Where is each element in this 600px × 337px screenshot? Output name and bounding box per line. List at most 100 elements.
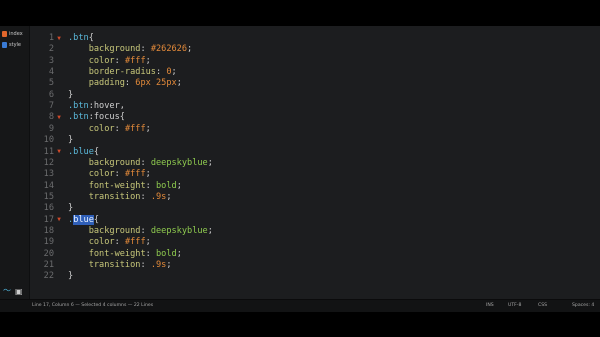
- code-text: background: deepskyblue;: [68, 158, 213, 168]
- code-token: :: [145, 180, 156, 191]
- code-token: .9s: [150, 191, 167, 202]
- code-token: background: [88, 44, 141, 55]
- code-token: ;: [171, 67, 177, 78]
- extensions-icon[interactable]: ▣: [15, 287, 23, 296]
- code-token: {: [93, 146, 100, 157]
- fold-arrow-icon[interactable]: ▼: [54, 114, 64, 121]
- code-token: #fff: [124, 123, 146, 134]
- code-line[interactable]: 16}: [30, 202, 590, 214]
- code-token: ;: [187, 44, 193, 55]
- code-line[interactable]: 5 padding: 6px 25px;: [30, 77, 590, 89]
- code-line[interactable]: 21 transition: .9s;: [30, 259, 590, 271]
- code-token: :: [114, 237, 125, 248]
- code-line[interactable]: 10}: [30, 134, 590, 146]
- sidebar-file-index[interactable]: index: [2, 29, 23, 39]
- code-line[interactable]: 19 color: #fff;: [30, 236, 590, 248]
- line-number: 20: [43, 248, 54, 259]
- code-token: 6px 25px: [135, 78, 177, 89]
- code-line[interactable]: 14 font-weight: bold;: [30, 180, 590, 192]
- code-line[interactable]: 20 font-weight: bold;: [30, 248, 590, 260]
- line-number: 3: [48, 55, 54, 66]
- code-token: ;: [145, 237, 151, 248]
- code-token: :hover,: [88, 101, 125, 112]
- code-text: background: #262626;: [68, 44, 193, 55]
- line-number: 16: [43, 203, 54, 214]
- code-token: }: [68, 203, 74, 214]
- code-text: }: [68, 203, 73, 213]
- code-token: transition: [88, 191, 141, 202]
- syntax-select[interactable]: CSS: [538, 303, 547, 308]
- line-number: 15: [43, 191, 54, 202]
- code-text: font-weight: bold;: [68, 181, 182, 191]
- code-token: color: [88, 55, 115, 66]
- code-token: ;: [145, 123, 151, 134]
- code-line[interactable]: 13 color: #fff;: [30, 168, 590, 180]
- code-token: }: [68, 89, 74, 100]
- indent-select[interactable]: Spaces: 4: [572, 303, 594, 308]
- code-line[interactable]: 18 background: deepskyblue;: [30, 225, 590, 237]
- fold-arrow-icon[interactable]: ▼: [54, 35, 64, 42]
- code-line[interactable]: 9 color: #fff;: [30, 123, 590, 135]
- code-text: color: #fff;: [68, 124, 151, 134]
- code-token: border-radius: [88, 67, 156, 78]
- code-line[interactable]: 6}: [30, 89, 590, 101]
- code-text: padding: 6px 25px;: [68, 78, 182, 88]
- selected-text: blue: [73, 214, 94, 225]
- sidebar-file-style[interactable]: style: [2, 40, 21, 50]
- code-line[interactable]: 22}: [30, 270, 590, 282]
- fold-arrow-icon[interactable]: ▼: [54, 216, 64, 223]
- code-token: ;: [145, 55, 151, 66]
- code-token: :: [140, 44, 151, 55]
- sidebar-file-label: style: [9, 42, 21, 48]
- code-token: ;: [207, 157, 213, 168]
- insert-mode[interactable]: INS: [486, 303, 494, 308]
- code-token: .btn: [68, 33, 89, 43]
- code-line[interactable]: 15 transition: .9s;: [30, 191, 590, 203]
- code-editor[interactable]: 1 ▼ .btn{2 background: #262626; 3 color: #f…: [30, 26, 600, 300]
- code-token: ;: [166, 191, 172, 202]
- code-line[interactable]: 11 ▼ .blue{: [30, 146, 590, 158]
- code-text: border-radius: 0;: [68, 67, 177, 77]
- line-number: 18: [43, 225, 54, 236]
- code-line[interactable]: 12 background: deepskyblue;: [30, 157, 590, 169]
- code-token: :: [114, 123, 125, 134]
- fold-arrow-icon[interactable]: ▼: [54, 148, 64, 155]
- code-token: :: [145, 248, 156, 259]
- encoding-select[interactable]: UTF-8: [508, 303, 521, 308]
- code-line[interactable]: 2 background: #262626;: [30, 43, 590, 55]
- file-sidebar: index style 〜 ▣: [0, 26, 30, 300]
- code-text: }: [68, 135, 73, 145]
- code-token: transition: [88, 260, 141, 270]
- code-token: :: [114, 55, 125, 66]
- code-token: deepskyblue: [150, 157, 208, 168]
- code-line[interactable]: 1 ▼ .btn{: [30, 32, 590, 44]
- status-bar: Line 17, Column 6 — Selected 4 columns —…: [0, 299, 600, 312]
- line-number: 14: [43, 180, 54, 191]
- code-token: ;: [145, 169, 151, 180]
- activity-chart-icon[interactable]: 〜: [3, 285, 11, 296]
- code-token: font-weight: [88, 248, 146, 259]
- code-line[interactable]: 7 .btn:hover,: [30, 100, 590, 112]
- code-line[interactable]: 3 color: #fff;: [30, 55, 590, 67]
- code-token: ;: [176, 78, 182, 89]
- code-line[interactable]: 4 border-radius: 0;: [30, 66, 590, 78]
- code-text: }: [68, 271, 73, 281]
- code-token: ;: [166, 260, 172, 270]
- code-token: {: [88, 33, 94, 43]
- code-token: ;: [176, 248, 182, 259]
- code-token: :: [140, 191, 151, 202]
- code-token: }: [68, 135, 74, 146]
- code-line[interactable]: 17 ▼ .blue{: [30, 214, 590, 226]
- code-line[interactable]: 8 ▼ .btn:focus{: [30, 111, 590, 123]
- line-number: 11: [43, 146, 54, 157]
- code-token: padding: [88, 78, 125, 89]
- code-text: .blue{: [68, 214, 99, 225]
